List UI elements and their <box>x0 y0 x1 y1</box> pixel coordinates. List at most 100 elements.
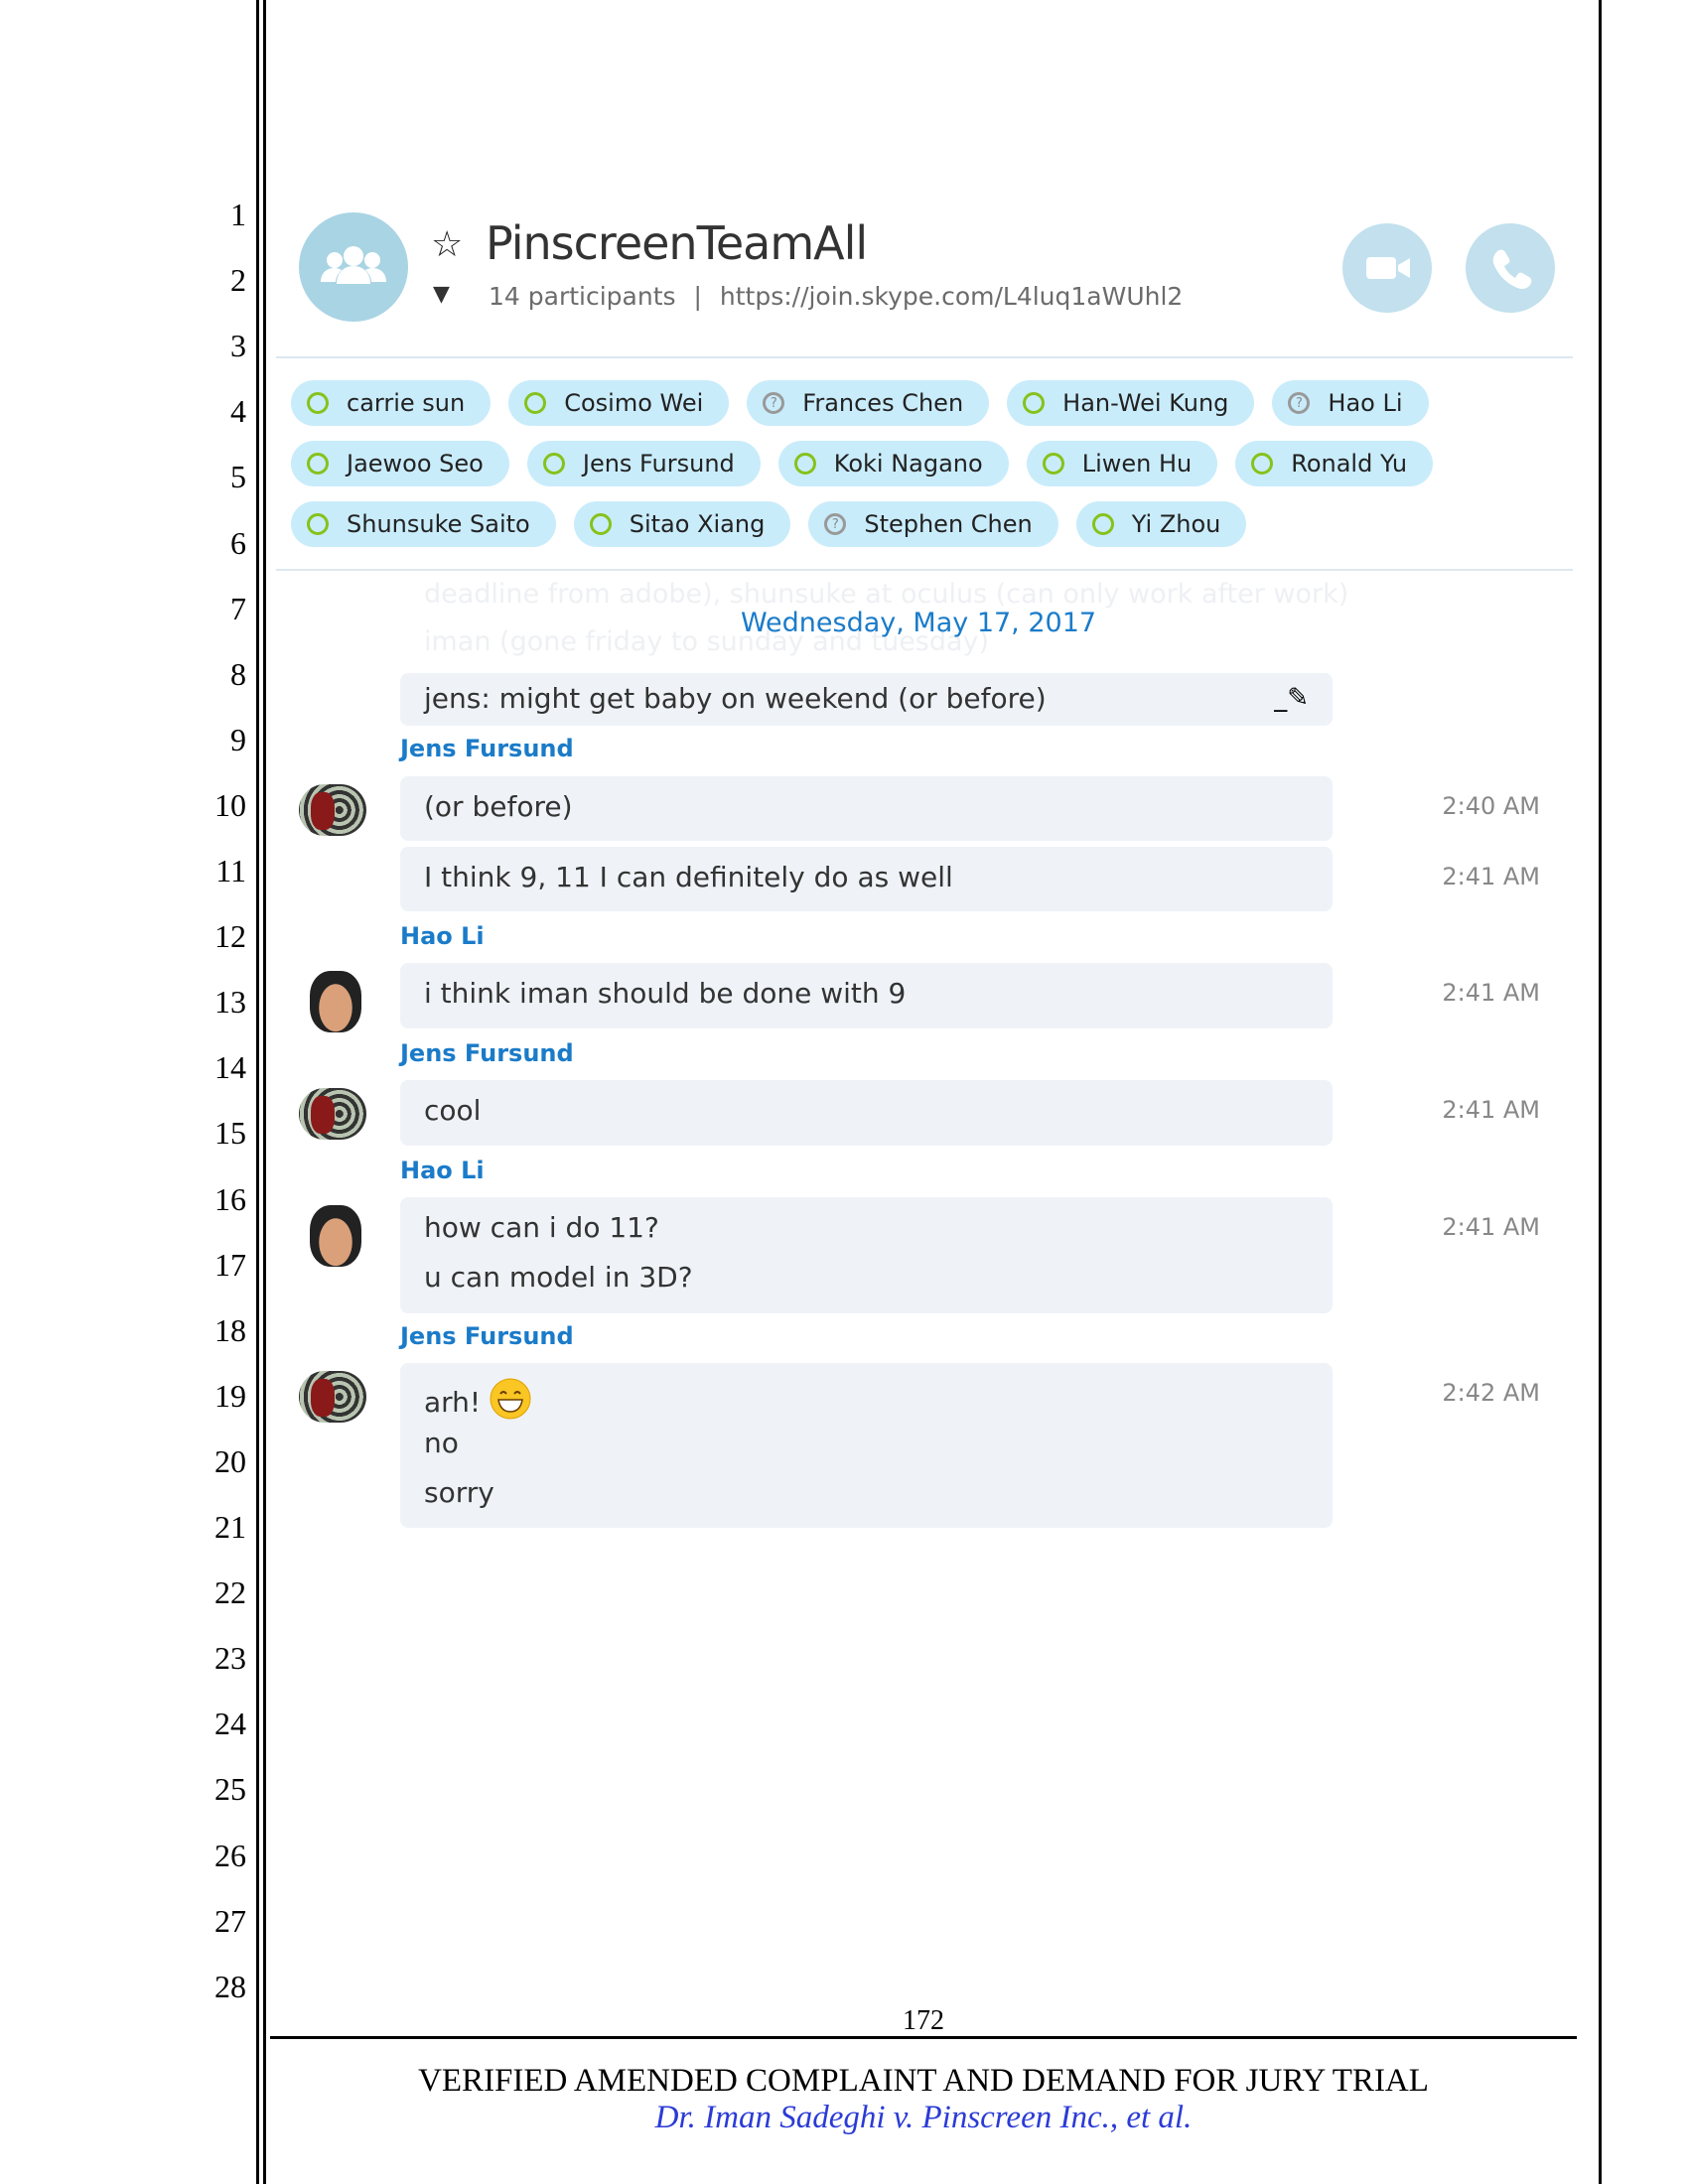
participant-chip[interactable]: Shunsuke Saito <box>291 501 556 547</box>
avatar[interactable] <box>310 971 361 1032</box>
message-bubble[interactable]: cool <box>400 1080 1333 1146</box>
status-online-icon <box>524 392 547 414</box>
group-avatar <box>299 212 408 322</box>
participant-name: Sitao Xiang <box>629 510 766 538</box>
line-number: 20 <box>214 1442 246 1479</box>
line-number: 27 <box>214 1902 246 1939</box>
message-time: 2:41 AM <box>1442 1213 1540 1241</box>
participant-count[interactable]: 14 participants <box>489 282 676 311</box>
message-text: jens: might get baby on weekend (or befo… <box>424 682 1047 715</box>
participant-chip[interactable]: ? Stephen Chen <box>808 501 1058 547</box>
participant-name: Jens Fursund <box>582 450 735 478</box>
line-number: 17 <box>214 1246 246 1283</box>
line-number: 26 <box>214 1837 246 1873</box>
status-online-icon <box>542 453 565 475</box>
line-number: 28 <box>214 1968 246 2004</box>
line-number: 19 <box>214 1377 246 1414</box>
participant-chip[interactable]: carrie sun <box>291 380 492 426</box>
participant-name: Cosimo Wei <box>564 389 704 417</box>
participant-row: Shunsuke Saito Sitao Xiang? Stephen Chen Yi… <box>291 501 1482 547</box>
sender-name[interactable]: Hao Li <box>400 922 485 950</box>
participant-name: Ronald Yu <box>1291 450 1408 478</box>
participant-row: carrie sun Cosimo Wei ? Frances Chen Han-Wei… <box>291 380 1482 426</box>
audio-call-button[interactable] <box>1466 223 1555 313</box>
line-number: 16 <box>214 1180 246 1217</box>
line-number: 12 <box>214 918 246 955</box>
video-call-button[interactable] <box>1342 223 1432 313</box>
participant-chip[interactable]: Jens Fursund <box>526 441 761 486</box>
phone-icon <box>1492 249 1532 289</box>
line-number: 14 <box>214 1049 246 1086</box>
status-online-icon <box>1091 513 1114 535</box>
participant-name: Shunsuke Saito <box>347 510 530 538</box>
message-line: arh! <box>424 1386 482 1419</box>
participant-chip[interactable]: Yi Zhou <box>1075 501 1247 547</box>
sender-name[interactable]: Jens Fursund <box>400 735 574 762</box>
participant-chip[interactable]: Jaewoo Seo <box>291 441 509 486</box>
message-time: 2:41 AM <box>1442 1096 1540 1124</box>
status-online-icon <box>1251 453 1274 475</box>
message-time: 2:41 AM <box>1442 863 1540 890</box>
participant-chip[interactable]: Han-Wei Kung <box>1007 380 1255 426</box>
line-number: 9 <box>230 721 246 757</box>
line-number: 25 <box>214 1771 246 1808</box>
participant-name: Jaewoo Seo <box>347 450 484 478</box>
message-bubble[interactable]: I think 9, 11 I can definitely do as wel… <box>400 847 1333 911</box>
sender-name[interactable]: Jens Fursund <box>400 1322 574 1350</box>
chat-divider <box>276 569 1573 571</box>
status-online-icon <box>307 513 329 535</box>
message-bubble[interactable]: arh! no sorry <box>400 1363 1333 1528</box>
line-number: 24 <box>214 1706 246 1742</box>
line-number: 21 <box>214 1509 246 1545</box>
participant-chip[interactable]: Cosimo Wei <box>508 380 730 426</box>
participant-name: Koki Nagano <box>833 450 983 478</box>
message-text: i think iman should be done with 9 <box>424 977 907 1010</box>
status-online-icon <box>307 453 329 475</box>
participant-name: Hao Li <box>1328 389 1403 417</box>
margin-rule <box>263 0 266 2184</box>
chevron-down-icon[interactable]: ▼ <box>433 282 450 307</box>
message-text: u can model in 3D? <box>424 1261 693 1294</box>
join-link[interactable]: https://join.skype.com/L4luq1aWUhl2 <box>720 282 1183 311</box>
footer-title: VERIFIED AMENDED COMPLAINT AND DEMAND FO… <box>418 2063 1429 2099</box>
participant-name: Liwen Hu <box>1081 450 1193 478</box>
subtitle-separator: | <box>693 282 702 311</box>
message-bubble[interactable]: i think iman should be done with 9 <box>400 963 1333 1028</box>
message-bubble[interactable]: how can i do 11? u can model in 3D? <box>400 1197 1333 1313</box>
conversation-subtitle: 14 participants | https://join.skype.com… <box>489 282 1183 311</box>
participant-chip[interactable]: Sitao Xiang <box>573 501 791 547</box>
message-bubble[interactable]: jens: might get baby on weekend (or befo… <box>400 673 1333 726</box>
participant-name: Stephen Chen <box>864 510 1033 538</box>
line-number: 11 <box>215 853 246 888</box>
status-online-icon <box>307 392 329 414</box>
star-icon[interactable]: ☆ <box>431 224 463 265</box>
message-text: I think 9, 11 I can definitely do as wel… <box>424 861 953 893</box>
status-unknown-icon: ? <box>824 513 847 535</box>
message-bubble[interactable]: (or before) <box>400 776 1333 841</box>
line-number: 18 <box>214 1311 246 1348</box>
participant-chip[interactable]: Koki Nagano <box>777 441 1009 486</box>
avatar[interactable] <box>299 784 366 836</box>
message-text: cool <box>424 1094 482 1127</box>
participant-name: Yi Zhou <box>1131 510 1221 538</box>
message-text: (or before) <box>424 790 573 823</box>
avatar[interactable] <box>299 1088 366 1140</box>
participant-chip[interactable]: Liwen Hu <box>1026 441 1218 486</box>
avatar[interactable] <box>310 1205 361 1267</box>
message-text: no <box>424 1427 459 1459</box>
avatar[interactable] <box>299 1371 366 1423</box>
line-number: 23 <box>214 1640 246 1677</box>
video-camera-icon <box>1366 257 1410 279</box>
group-icon <box>321 246 386 284</box>
participant-chip[interactable]: Ronald Yu <box>1235 441 1434 486</box>
sender-name[interactable]: Hao Li <box>400 1157 485 1184</box>
message-text: how can i do 11? <box>424 1211 659 1244</box>
margin-rule <box>256 0 259 2184</box>
participant-row: Jaewoo Seo Jens Fursund Koki Nagano Liwen H… <box>291 441 1482 486</box>
participant-chip[interactable]: ? Frances Chen <box>747 380 990 426</box>
line-number: 3 <box>230 328 246 364</box>
participant-name: Han-Wei Kung <box>1062 389 1229 417</box>
participant-chip[interactable]: ? Hao Li <box>1272 380 1429 426</box>
sender-name[interactable]: Jens Fursund <box>400 1039 574 1067</box>
status-online-icon <box>1023 392 1046 414</box>
